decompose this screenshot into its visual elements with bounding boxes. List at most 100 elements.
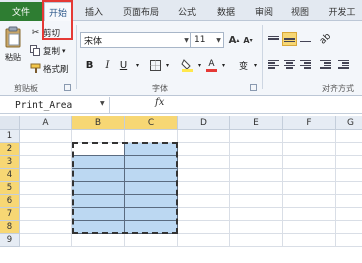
cell-f1[interactable] (283, 130, 336, 143)
cell-b9[interactable] (72, 234, 125, 247)
cell-g8[interactable] (336, 221, 362, 234)
file-tab[interactable]: 文件 (0, 2, 42, 21)
decrease-indent-button[interactable] (318, 57, 333, 71)
row-header-8[interactable]: 8 (0, 221, 20, 234)
cell-g7[interactable] (336, 208, 362, 221)
underline-button[interactable]: U (117, 58, 130, 72)
row-header-9[interactable]: 9 (0, 234, 20, 247)
cell-d7[interactable] (178, 208, 230, 221)
cell-f4[interactable] (283, 169, 336, 182)
cell-g5[interactable] (336, 182, 362, 195)
grow-font-button[interactable]: A ▴ (228, 32, 240, 48)
cell-e7[interactable] (230, 208, 283, 221)
bold-button[interactable]: B (83, 58, 96, 72)
format-painter-button[interactable]: 格式刷 (30, 61, 69, 76)
row-header-7[interactable]: 7 (0, 208, 20, 221)
cell-d5[interactable] (178, 182, 230, 195)
cell-a7[interactable] (20, 208, 72, 221)
align-center-button[interactable] (282, 57, 297, 71)
cell-g4[interactable] (336, 169, 362, 182)
clipboard-launcher-icon[interactable] (64, 84, 71, 91)
column-header-e[interactable]: E (230, 116, 283, 130)
cell-a8[interactable] (20, 221, 72, 234)
copy-dropdown-icon[interactable]: ▾ (62, 47, 66, 55)
cell-a5[interactable] (20, 182, 72, 195)
column-header-a[interactable]: A (20, 116, 72, 130)
tab-developer[interactable]: 开发工 (322, 2, 362, 21)
middle-align-button[interactable] (282, 32, 297, 46)
cell-d6[interactable] (178, 195, 230, 208)
cell-f5[interactable] (283, 182, 336, 195)
font-size-select[interactable]: 11 ▼ (190, 32, 224, 48)
align-left-button[interactable] (266, 57, 281, 71)
tab-data[interactable]: 数据 (210, 2, 242, 21)
cell-f9[interactable] (283, 234, 336, 247)
cell-e8[interactable] (230, 221, 283, 234)
orientation-button[interactable]: ab (318, 31, 333, 46)
cell-a1[interactable] (20, 130, 72, 143)
tab-review[interactable]: 审阅 (248, 2, 280, 21)
select-all-corner[interactable] (0, 116, 20, 130)
insert-function-button[interactable]: fx (155, 97, 164, 108)
name-box[interactable]: Print_Area (0, 97, 110, 113)
cell-f3[interactable] (283, 156, 336, 169)
increase-indent-button[interactable] (336, 57, 351, 71)
cell-c9[interactable] (125, 234, 178, 247)
cell-g3[interactable] (336, 156, 362, 169)
cell-d2[interactable] (178, 143, 230, 156)
cell-g6[interactable] (336, 195, 362, 208)
cell-a3[interactable] (20, 156, 72, 169)
bottom-align-button[interactable] (298, 32, 313, 46)
cell-g1[interactable] (336, 130, 362, 143)
row-header-1[interactable]: 1 (0, 130, 20, 143)
cell-a6[interactable] (20, 195, 72, 208)
cell-e5[interactable] (230, 182, 283, 195)
cell-f7[interactable] (283, 208, 336, 221)
font-color-dropdown-icon[interactable]: ▾ (217, 58, 230, 72)
tab-formulas[interactable]: 公式 (172, 2, 202, 21)
tab-page-layout[interactable]: 页面布局 (115, 2, 167, 21)
cell-e3[interactable] (230, 156, 283, 169)
cell-e1[interactable] (230, 130, 283, 143)
font-name-select[interactable]: 宋体 ▼ (80, 32, 192, 48)
row-header-6[interactable]: 6 (0, 195, 20, 208)
paste-button[interactable]: 粘贴 (2, 24, 24, 80)
cell-e9[interactable] (230, 234, 283, 247)
cell-d8[interactable] (178, 221, 230, 234)
row-header-3[interactable]: 3 (0, 156, 20, 169)
italic-button[interactable]: I (101, 58, 114, 72)
chevron-down-icon[interactable]: ▼ (100, 100, 105, 107)
shrink-font-button[interactable]: A ▾ (242, 32, 254, 48)
tab-insert[interactable]: 插入 (80, 2, 108, 21)
cell-d9[interactable] (178, 234, 230, 247)
cell-e4[interactable] (230, 169, 283, 182)
cell-d4[interactable] (178, 169, 230, 182)
column-header-f[interactable]: F (283, 116, 336, 130)
tab-view[interactable]: 视图 (285, 2, 315, 21)
cell-f6[interactable] (283, 195, 336, 208)
copy-button[interactable]: 复制 ▾ (30, 43, 66, 58)
row-header-4[interactable]: 4 (0, 169, 20, 182)
column-header-b[interactable]: B (72, 116, 125, 130)
row-header-2[interactable]: 2 (0, 143, 20, 156)
cell-g9[interactable] (336, 234, 362, 247)
cell-f2[interactable] (283, 143, 336, 156)
align-right-button[interactable] (298, 57, 313, 71)
cell-f8[interactable] (283, 221, 336, 234)
row-header-5[interactable]: 5 (0, 182, 20, 195)
cell-a9[interactable] (20, 234, 72, 247)
top-align-button[interactable] (266, 32, 281, 46)
borders-dropdown-icon[interactable]: ▾ (161, 58, 174, 72)
column-header-g[interactable]: G (336, 116, 362, 130)
column-header-d[interactable]: D (178, 116, 230, 130)
underline-dropdown-icon[interactable]: ▾ (131, 58, 144, 72)
column-header-c[interactable]: C (125, 116, 178, 130)
cell-e6[interactable] (230, 195, 283, 208)
cell-d1[interactable] (178, 130, 230, 143)
font-launcher-icon[interactable] (250, 84, 257, 91)
cell-d3[interactable] (178, 156, 230, 169)
cell-a2[interactable] (20, 143, 72, 156)
cell-e2[interactable] (230, 143, 283, 156)
cell-g2[interactable] (336, 143, 362, 156)
phonetic-dropdown-icon[interactable]: ▾ (249, 58, 262, 72)
